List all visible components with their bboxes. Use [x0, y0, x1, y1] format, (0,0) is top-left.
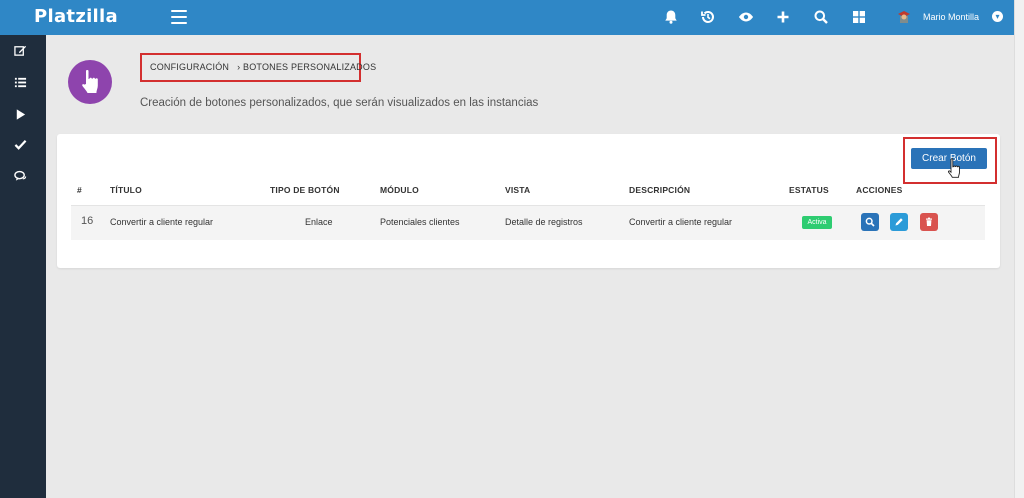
menu-toggle-icon[interactable]: [171, 10, 187, 24]
column-header-description: DESCRIPCIÓN: [629, 185, 691, 195]
chevron-down-icon[interactable]: ▾: [992, 11, 1003, 22]
top-navbar: Platzilla Mario Montilla ▾: [0, 0, 1014, 35]
list-icon[interactable]: [14, 76, 32, 94]
page-subtitle: Creación de botones personalizados, que …: [140, 97, 539, 109]
search-icon[interactable]: [812, 9, 830, 27]
hand-cursor-icon: [947, 158, 960, 178]
play-icon[interactable]: [14, 108, 32, 126]
breadcrumb: CONFIGURACIÓN › BOTONES PERSONALIZADOS: [150, 62, 376, 72]
column-header-module: MÓDULO: [380, 185, 419, 195]
eye-icon[interactable]: [737, 9, 755, 27]
search-icon: [865, 217, 875, 227]
row-type: Enlace: [305, 217, 333, 227]
edit-button[interactable]: [890, 213, 908, 231]
row-description: Convertir a cliente regular: [629, 217, 733, 227]
column-header-id: #: [77, 185, 82, 195]
column-header-type: TIPO DE BOTÓN: [270, 185, 340, 195]
check-icon[interactable]: [14, 138, 32, 156]
pencil-icon: [895, 218, 903, 226]
user-name[interactable]: Mario Montilla: [923, 12, 979, 22]
row-module: Potenciales clientes: [380, 217, 460, 227]
status-badge: Activa: [802, 216, 832, 229]
column-header-status: ESTATUS: [789, 185, 829, 195]
sidebar: [0, 35, 46, 498]
breadcrumb-item-configuracion[interactable]: CONFIGURACIÓN: [150, 62, 229, 72]
column-header-title: TÍTULO: [110, 185, 142, 195]
column-header-view: VISTA: [505, 185, 531, 195]
edit-icon[interactable]: [14, 44, 32, 62]
user-avatar[interactable]: [895, 8, 913, 26]
row-view: Detalle de registros: [505, 217, 583, 227]
grid-icon[interactable]: [850, 9, 868, 27]
page-header-icon: [68, 60, 112, 104]
history-icon[interactable]: [699, 9, 717, 27]
scrollbar[interactable]: [1014, 0, 1024, 498]
content-card: [57, 134, 1000, 268]
row-title: Convertir a cliente regular: [110, 217, 214, 227]
app-logo[interactable]: Platzilla: [34, 6, 118, 27]
bell-icon[interactable]: [662, 9, 680, 27]
view-button[interactable]: [861, 213, 879, 231]
delete-button[interactable]: [920, 213, 938, 231]
trash-icon: [926, 217, 932, 226]
row-id: 16: [81, 215, 94, 227]
breadcrumb-item-botones: › BOTONES PERSONALIZADOS: [237, 62, 377, 72]
plus-icon[interactable]: [774, 9, 792, 27]
column-header-actions: ACCIONES: [856, 185, 903, 195]
chat-icon[interactable]: [14, 170, 32, 188]
